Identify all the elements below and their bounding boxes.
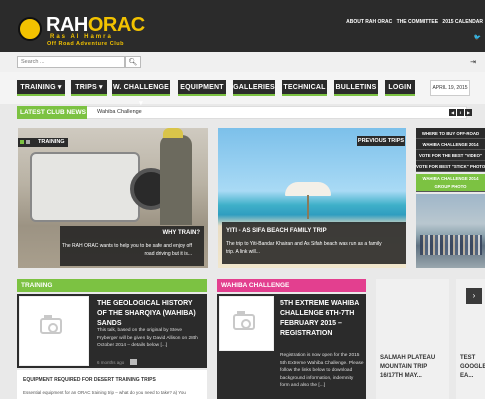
slide-title[interactable]: WHY TRAIN? [60,230,200,236]
umbrella-pole-shape [307,195,309,219]
current-date: APRIL 19, 2015 [430,80,470,96]
post-title[interactable]: SALMAH PLATEAU MOUNTAIN TRIP 16/17TH MAY… [380,354,448,381]
nav-label: TECHNICAL [283,84,326,91]
post-card-salmah[interactable] [376,279,449,399]
slide-tag-training[interactable]: TRAINING [18,138,68,147]
post-meta: 6 months ago [97,360,125,365]
camera-icon [233,314,255,330]
jeep-shape [30,152,140,222]
nav-label: GALLERIES [233,84,275,91]
chevron-right-icon: › [472,291,476,300]
ticker-next-icon[interactable]: ▶ [465,109,472,116]
club-logo-icon[interactable] [18,17,42,41]
camera-icon [40,318,62,334]
nav-trips[interactable]: TRIPS ▾ [71,80,107,96]
post-title[interactable]: EQUIPMENT REQUIRED FOR DESERT TRAINING T… [23,377,156,383]
slide-tag-previous-trips[interactable]: PREVIOUS TRIPS [357,136,405,146]
sidebar-link-vote-video[interactable]: VOTE FOR THE BEST "VIDEO" [416,150,485,161]
twitter-icon[interactable]: 🐦 [474,34,481,41]
hat-shape [163,128,183,138]
news-ticker-item[interactable]: Wahiba Challenge [97,106,142,119]
post-title[interactable]: TEST GOOGLE EA... [460,354,485,381]
slide-title[interactable]: YITI - AS SIFA BEACH FAMILY TRIP [226,228,327,234]
nav-training[interactable]: TRAINING ▾ [17,80,65,96]
person-shape [160,135,192,225]
nav-label: W. CHALLENGE [112,84,170,91]
comment-icon[interactable] [130,359,137,365]
login-icon[interactable]: ⇥ [470,58,476,66]
post-excerpt: Registration is now open for the 2015 5t… [280,353,364,388]
site-tagline-1: Ras Al Hamra [50,34,113,40]
umbrella-shape [285,182,331,196]
top-link-about[interactable]: ABOUT RAH ORAC [346,19,392,25]
section-heading-wahiba[interactable]: WAHIBA CHALLENGE [217,279,366,292]
top-link-committee[interactable]: THE COMMITTEE [397,19,438,25]
sidebar-link-wahiba-2014[interactable]: WAHIBA CHALLENGE 2014 [416,139,485,150]
ticker-pause-icon[interactable]: ‖ [457,109,464,116]
sidebar-link-where-to-buy[interactable]: WHERE TO BUY OFF-ROAD [416,128,485,139]
sidebar-link-vote-photo[interactable]: VOTE FOR BEST "STICK" PHOTO [416,161,485,172]
nav-label: TRIPS [75,84,97,91]
nav-label: LOGIN [388,84,412,91]
top-links: ABOUT RAH ORAC THE COMMITTEE 2015 CALEND… [343,19,483,25]
search-icon: 🔍︎ [128,59,138,66]
group-photo[interactable] [416,194,485,268]
section-heading-training[interactable]: TRAINING [17,279,207,292]
slide-excerpt: The trip to Yiti-Bandar Khairan and As S… [226,241,382,255]
nav-w-challenge[interactable]: W. CHALLENGE ▾ [112,80,170,107]
nav-technical[interactable]: TECHNICAL [282,80,327,96]
nav-bulletins[interactable]: BULLETINS [334,80,378,96]
post-excerpt: This talk, based on the original by Stev… [97,328,198,348]
post-title[interactable]: 5TH EXTREME WAHIBA CHALLENGE 6TH-7TH FEB… [280,299,362,339]
post-title[interactable]: THE GEOLOGICAL HISTORY OF THE SHARQIYA (… [97,299,202,329]
nav-galleries[interactable]: GALLERIES [233,80,275,96]
search-input[interactable] [17,56,125,68]
group-people-shape [420,235,482,255]
nav-label: TRAINING [20,84,56,91]
carousel-next-button[interactable]: › [466,288,482,304]
post-excerpt: Essential equipment for an ORAC training… [23,390,186,395]
search-button[interactable]: 🔍︎ [125,56,141,68]
nav-login[interactable]: LOGIN [385,80,415,96]
nav-label: BULLETINS [335,84,377,91]
nav-label: EQUIPMENT [180,84,224,91]
ticker-prev-icon[interactable]: ◀ [449,109,456,116]
news-ticker-label: LATEST CLUB NEWS [17,106,87,119]
nav-equipment[interactable]: EQUIPMENT [178,80,226,96]
top-link-calendar[interactable]: 2015 CALENDAR [442,19,483,25]
slide-excerpt: The RAH ORAC wants to help you to be saf… [62,243,192,257]
site-logo-text[interactable]: RAHORAC [46,15,145,35]
site-tagline-2: Off Road Adventure Club [47,41,124,47]
sidebar-link-group-photo[interactable]: WAHIBA CHALLENGE 2014 GROUP PHOTO [416,174,485,192]
